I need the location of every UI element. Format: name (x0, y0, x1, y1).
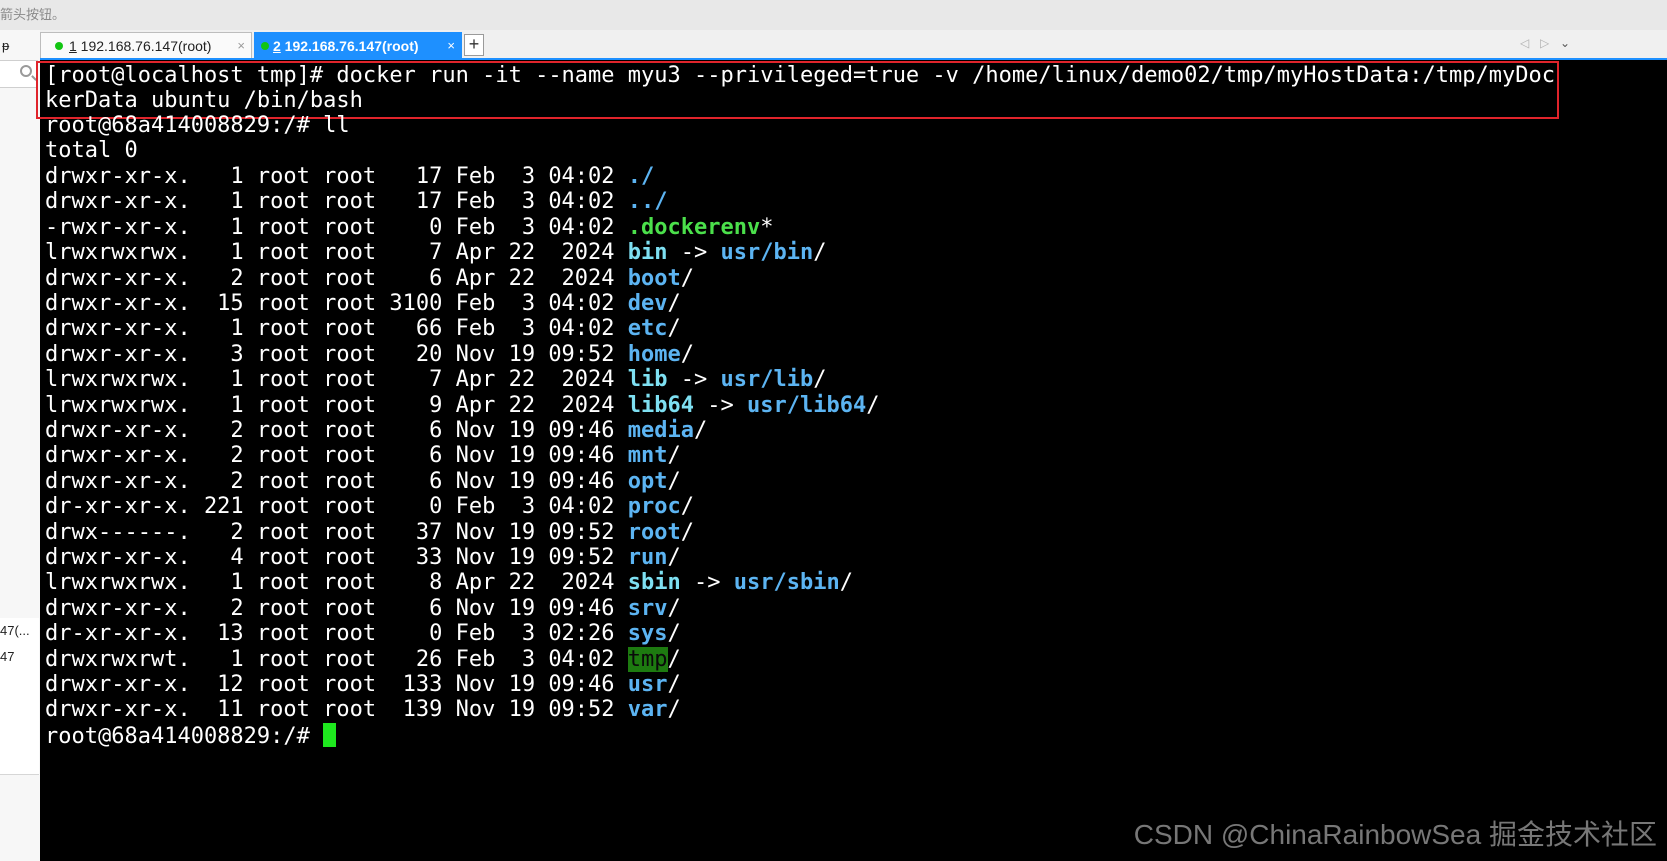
tab-scroll-right-icon[interactable]: ▷ (1540, 36, 1549, 50)
connected-status-icon (55, 42, 63, 50)
listing-row: drwxr-xr-x. 4 root root 33 Nov 19 09:52 … (45, 545, 681, 570)
listing-row: dr-xr-xr-x. 13 root root 0 Feb 3 02:26 s… (45, 621, 681, 646)
listing-row: drwxr-xr-x. 2 root root 6 Nov 19 09:46 m… (45, 443, 681, 468)
session-list-item[interactable] (0, 696, 39, 723)
listing-row: lrwxrwxrwx. 1 root root 9 Apr 22 2024 li… (45, 393, 880, 418)
tab-label: 2 192.168.76.147(root) (273, 38, 419, 54)
total-line: total 0 (45, 138, 138, 163)
listing-row: drwxr-xr-x. 1 root root 66 Feb 3 04:02 e… (45, 316, 681, 341)
terminal-cursor (323, 723, 337, 747)
listing-row: drwxr-xr-x. 2 root root 6 Nov 19 09:46 s… (45, 596, 681, 621)
listing-row: drwxr-xr-x. 2 root root 6 Apr 22 2024 bo… (45, 266, 695, 291)
terminal-output[interactable]: [root@localhost tmp]# docker run -it --n… (36, 60, 1667, 861)
tab-close-icon[interactable]: × (447, 33, 455, 59)
top-hint-text: 箭头按钮。 (0, 7, 66, 22)
listing-row: drwxr-xr-x. 2 root root 6 Nov 19 09:46 m… (45, 418, 708, 443)
command-line-wrap: kerData ubuntu /bin/bash (45, 88, 363, 113)
new-tab-button[interactable]: + (464, 34, 484, 56)
top-strip: 箭头按钮。 (0, 0, 1667, 30)
listing-row: dr-xr-xr-x. 221 root root 0 Feb 3 04:02 … (45, 494, 695, 519)
tab-label: 1 192.168.76.147(root) (69, 38, 212, 54)
listing-row: -rwxr-xr-x. 1 root root 0 Feb 3 04:02 .d… (45, 215, 774, 240)
search-icon[interactable] (20, 65, 32, 77)
watermark: CSDN @ChinaRainbowSea 掘金技术社区 (1133, 819, 1657, 850)
tab-menu-chevron-icon[interactable]: ⌄ (1560, 36, 1570, 50)
ll-command-line: root@68a414008829:/# ll (45, 113, 350, 138)
left-session-panel: ᵽ 47(... 47 (0, 30, 41, 861)
session-list-item[interactable]: 47(... (0, 618, 39, 645)
session-list-item[interactable] (0, 722, 39, 749)
connected-status-icon (261, 42, 269, 50)
current-prompt: root@68a414008829:/# (45, 723, 337, 749)
listing-row: drwxr-xr-x. 2 root root 6 Nov 19 09:46 o… (45, 469, 681, 494)
session-list-item[interactable] (0, 670, 39, 697)
tab-close-icon[interactable]: × (237, 33, 245, 59)
listing-row: drwxr-xr-x. 3 root root 20 Nov 19 09:52 … (45, 342, 695, 367)
session-tab-bar: 1 192.168.76.147(root) × 2 192.168.76.14… (40, 30, 1667, 60)
session-list-item[interactable] (0, 748, 39, 775)
listing-row: drwx------. 2 root root 37 Nov 19 09:52 … (45, 520, 695, 545)
listing-row: drwxr-xr-x. 1 root root 17 Feb 3 04:02 .… (45, 164, 655, 189)
session-search-box[interactable] (0, 60, 38, 88)
listing-row: drwxrwxrwt. 1 root root 26 Feb 3 04:02 t… (45, 647, 681, 672)
listing-row: drwxr-xr-x. 11 root root 139 Nov 19 09:5… (45, 697, 681, 722)
listing-row: drwxr-xr-x. 15 root root 3100 Feb 3 04:0… (45, 291, 681, 316)
pin-icon[interactable]: ᵽ (2, 38, 9, 53)
listing-row: lrwxrwxrwx. 1 root root 7 Apr 22 2024 bi… (45, 240, 827, 265)
command-line: [root@localhost tmp]# docker run -it --n… (45, 63, 1555, 88)
session-list-item[interactable]: 47 (0, 644, 39, 671)
tab-scroll-left-icon[interactable]: ◁ (1520, 36, 1529, 50)
listing-row: lrwxrwxrwx. 1 root root 7 Apr 22 2024 li… (45, 367, 827, 392)
listing-row: drwxr-xr-x. 1 root root 17 Feb 3 04:02 .… (45, 189, 668, 214)
tab-session-2[interactable]: 2 192.168.76.147(root) × (254, 32, 462, 59)
listing-row: drwxr-xr-x. 12 root root 133 Nov 19 09:4… (45, 672, 681, 697)
tab-session-1[interactable]: 1 192.168.76.147(root) × (40, 32, 252, 59)
listing-row: lrwxrwxrwx. 1 root root 8 Apr 22 2024 sb… (45, 570, 853, 595)
